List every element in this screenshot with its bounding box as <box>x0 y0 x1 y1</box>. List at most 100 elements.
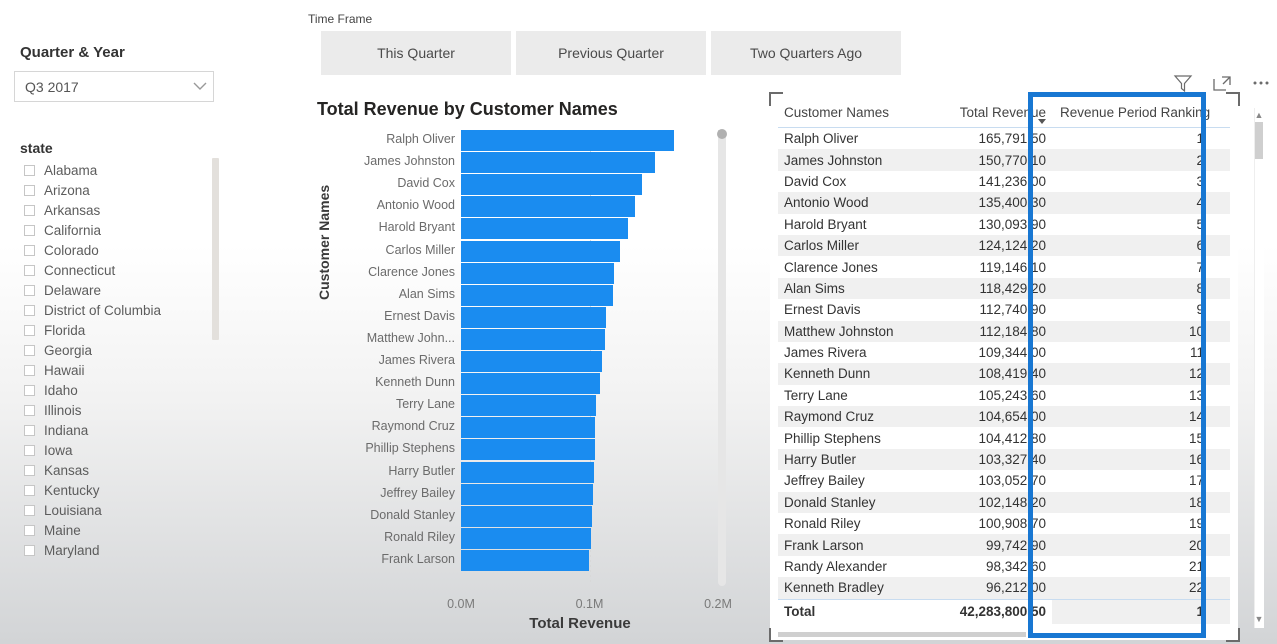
table-row[interactable]: Alan Sims 118,429.20 8 <box>778 277 1230 300</box>
table-scrollbar-thumb[interactable] <box>1255 122 1263 159</box>
bar-chart-row[interactable]: Ernest Davis <box>317 306 737 328</box>
checkbox-icon[interactable] <box>24 504 35 516</box>
time-frame-button-two-quarters-ago[interactable]: Two Quarters Ago <box>711 31 901 75</box>
state-slicer-item[interactable]: District of Columbia <box>14 300 214 320</box>
state-slicer-item[interactable]: California <box>14 220 214 240</box>
bar[interactable] <box>461 483 594 505</box>
checkbox-icon[interactable] <box>24 544 35 556</box>
state-slicer-item[interactable]: Idaho <box>14 380 214 400</box>
state-slicer-item[interactable]: Illinois <box>14 400 214 420</box>
bar[interactable] <box>461 218 629 240</box>
bar-chart-row[interactable]: James Johnston <box>317 152 737 174</box>
bar[interactable] <box>461 439 596 461</box>
table-row[interactable]: Ronald Riley 100,908.70 19 <box>778 513 1230 534</box>
checkbox-icon[interactable] <box>24 284 35 296</box>
checkbox-icon[interactable] <box>24 204 35 216</box>
table-body[interactable]: Ralph Oliver 165,791.50 1 James Johnston 150… <box>778 128 1230 624</box>
checkbox-icon[interactable] <box>24 264 35 276</box>
chart-scrollbar-thumb[interactable] <box>717 129 727 139</box>
checkbox-icon[interactable] <box>24 244 35 256</box>
bar-chart-row[interactable]: Jeffrey Bailey <box>317 483 737 505</box>
bar-chart-row[interactable]: Raymond Cruz <box>317 417 737 439</box>
table-row[interactable]: Terry Lane 105,243.60 13 <box>778 385 1230 406</box>
bar[interactable] <box>461 417 596 439</box>
table-row[interactable]: Kenneth Dunn 108,419.40 12 <box>778 363 1230 385</box>
time-frame-button-this-quarter[interactable]: This Quarter <box>321 31 511 75</box>
table-row[interactable]: Donald Stanley 102,148.20 18 <box>778 491 1230 514</box>
state-slicer-list[interactable]: Alabama Arizona Arkansas California Colorado… <box>14 160 214 570</box>
bar[interactable] <box>461 196 635 218</box>
column-header-revenue-period-ranking[interactable]: Revenue Period Ranking <box>1052 100 1230 128</box>
checkbox-icon[interactable] <box>24 384 35 396</box>
state-slicer-item[interactable]: Maine <box>14 520 214 540</box>
bar[interactable] <box>461 328 606 350</box>
state-slicer-item[interactable]: Arizona <box>14 180 214 200</box>
bar-chart-row[interactable]: Terry Lane <box>317 395 737 417</box>
table-row[interactable]: Ralph Oliver 165,791.50 1 <box>778 128 1230 150</box>
checkbox-icon[interactable] <box>24 364 35 376</box>
checkbox-icon[interactable] <box>24 524 35 536</box>
checkbox-icon[interactable] <box>24 224 35 236</box>
column-header-total-revenue[interactable]: Total Revenue <box>926 100 1053 128</box>
more-options-icon[interactable] <box>1250 72 1272 99</box>
table-row[interactable]: James Rivera 109,344.00 11 <box>778 342 1230 363</box>
bar[interactable] <box>461 240 621 262</box>
bar-chart-row[interactable]: Harry Butler <box>317 461 737 483</box>
bar-chart-row[interactable]: Alan Sims <box>317 284 737 306</box>
table-row[interactable]: Harry Butler 103,327.40 16 <box>778 448 1230 471</box>
bar[interactable] <box>461 306 606 328</box>
bar[interactable] <box>461 152 655 174</box>
bar-chart-row[interactable]: Harold Bryant <box>317 218 737 240</box>
time-frame-button-group[interactable]: This Quarter Previous Quarter Two Quarters… <box>321 31 901 75</box>
bar-chart-row[interactable]: Phillip Stephens <box>317 439 737 461</box>
bar[interactable] <box>461 284 614 306</box>
state-slicer-item[interactable]: Louisiana <box>14 500 214 520</box>
bar-chart-row[interactable]: Clarence Jones <box>317 262 737 284</box>
table-row[interactable]: James Johnston 150,770.10 2 <box>778 149 1230 171</box>
checkbox-icon[interactable] <box>24 344 35 356</box>
table-row[interactable]: Matthew Johnston 112,184.80 10 <box>778 320 1230 342</box>
bar[interactable] <box>461 351 602 372</box>
checkbox-icon[interactable] <box>24 164 35 176</box>
checkbox-icon[interactable] <box>24 424 35 436</box>
table-row[interactable]: Phillip Stephens 104,412.80 15 <box>778 427 1230 448</box>
bar-chart-row[interactable]: Kenneth Dunn <box>317 373 737 395</box>
bar[interactable] <box>461 262 615 284</box>
state-list-scrollbar[interactable] <box>212 158 219 340</box>
state-slicer-item[interactable]: Georgia <box>14 340 214 360</box>
chevron-down-icon[interactable] <box>187 79 213 94</box>
table-row[interactable]: David Cox 141,236.00 3 <box>778 171 1230 192</box>
state-slicer-item[interactable]: Kansas <box>14 460 214 480</box>
table-row[interactable]: Randy Alexander 98,342.60 21 <box>778 556 1230 577</box>
bar-chart-row[interactable]: David Cox <box>317 174 737 196</box>
column-header-customer-names[interactable]: Customer Names <box>778 100 927 128</box>
bar[interactable] <box>461 174 643 196</box>
bar-chart-row[interactable]: Donald Stanley <box>317 505 737 527</box>
time-frame-button-previous-quarter[interactable]: Previous Quarter <box>516 31 706 75</box>
state-slicer-item[interactable]: Delaware <box>14 280 214 300</box>
bar[interactable] <box>461 527 591 549</box>
state-slicer-item[interactable]: Florida <box>14 320 214 340</box>
table-row[interactable]: Clarence Jones 119,146.10 7 <box>778 256 1230 277</box>
state-slicer-item[interactable]: Indiana <box>14 420 214 440</box>
table-row[interactable]: Jeffrey Bailey 103,052.70 17 <box>778 470 1230 491</box>
chart-vertical-scrollbar[interactable] <box>718 131 726 586</box>
table-row[interactable]: Antonio Wood 135,400.30 4 <box>778 192 1230 214</box>
table-row[interactable]: Raymond Cruz 104,654.00 14 <box>778 406 1230 428</box>
table-row[interactable]: Frank Larson 99,742.90 20 <box>778 534 1230 556</box>
bar[interactable] <box>461 130 675 151</box>
state-slicer-item[interactable]: Kentucky <box>14 480 214 500</box>
table-row[interactable]: Ernest Davis 112,740.90 9 <box>778 299 1230 320</box>
state-slicer-item[interactable]: Maryland <box>14 540 214 560</box>
state-slicer-item[interactable]: Alabama <box>14 160 214 180</box>
bar-chart-row[interactable]: James Rivera <box>317 351 737 372</box>
bar[interactable] <box>461 395 597 417</box>
bar-chart-row[interactable]: Frank Larson <box>317 549 737 571</box>
checkbox-icon[interactable] <box>24 444 35 456</box>
bar-chart-row[interactable]: Ronald Riley <box>317 527 737 549</box>
quarter-year-dropdown[interactable]: Q3 2017 <box>14 71 214 102</box>
bar-chart-row[interactable]: Carlos Miller <box>317 240 737 262</box>
table-horizontal-scrollbar[interactable] <box>778 632 1026 637</box>
state-slicer-item[interactable]: Connecticut <box>14 260 214 280</box>
scroll-up-arrow-icon[interactable]: ▲ <box>1254 110 1264 120</box>
